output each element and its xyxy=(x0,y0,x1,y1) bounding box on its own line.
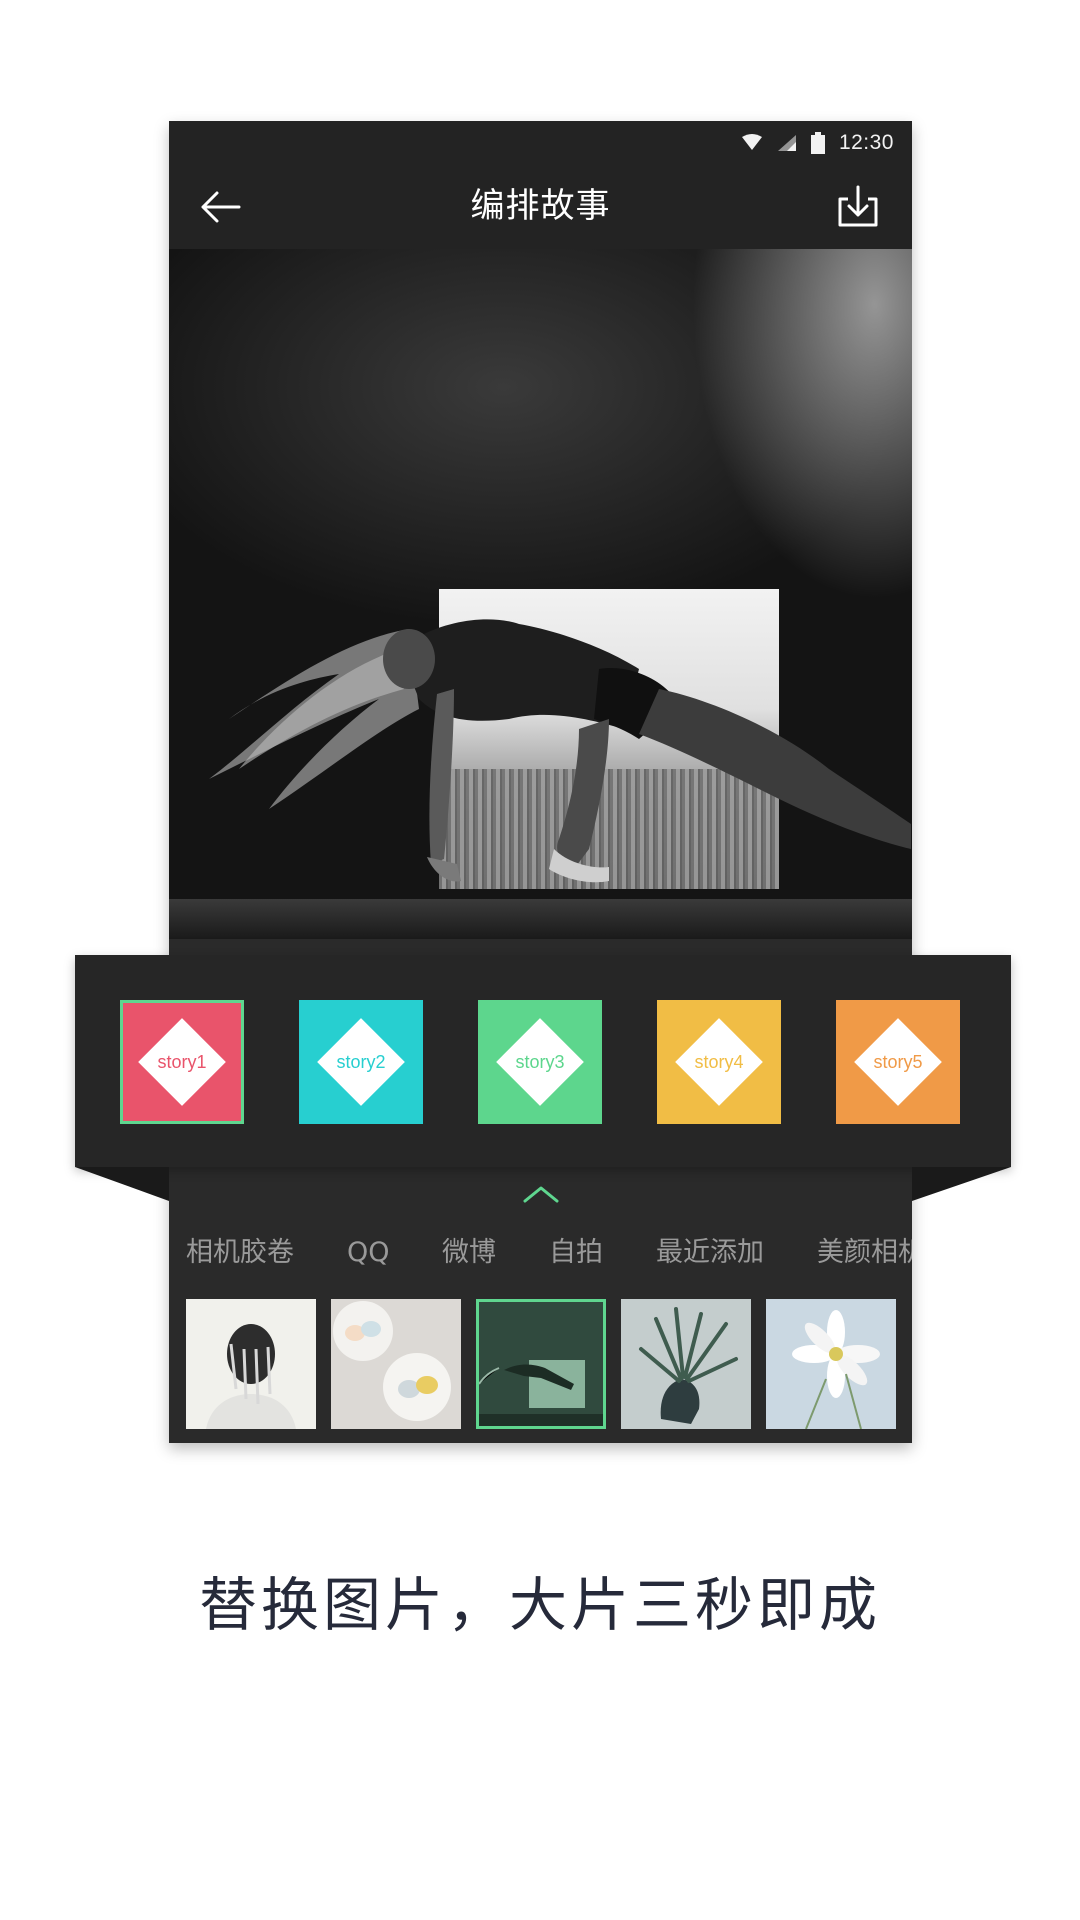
signal-icon xyxy=(777,135,796,151)
status-time: 12:30 xyxy=(838,131,894,154)
wifi-icon xyxy=(741,134,762,150)
phone-frame: 12:30 编排故事 相机胶卷 QQ 微博 自拍 最近添加 美颜相机 xyxy=(169,121,912,1443)
download-button[interactable] xyxy=(834,183,882,231)
tab-qq[interactable]: QQ xyxy=(347,1221,390,1285)
strip-fold-right xyxy=(912,1167,1011,1201)
thumbnail-item-selected[interactable] xyxy=(476,1299,606,1429)
tab-selfie[interactable]: 自拍 xyxy=(549,1221,603,1285)
story-tile-2[interactable]: story2 xyxy=(299,1000,423,1124)
story-template-strip: story1 story2 story3 story4 story5 xyxy=(75,955,1011,1167)
app-bar: 编排故事 xyxy=(169,163,912,249)
thumb-flower xyxy=(766,1299,896,1429)
thumbnail-item[interactable] xyxy=(766,1299,896,1429)
tab-weibo[interactable]: 微博 xyxy=(442,1221,496,1285)
story-label: story3 xyxy=(515,1051,565,1072)
story-preview-image[interactable] xyxy=(169,249,912,939)
story-label: story4 xyxy=(694,1051,744,1072)
chevron-up-icon xyxy=(523,1186,559,1203)
tab-recently-added[interactable]: 最近添加 xyxy=(656,1221,764,1285)
dancer-figure xyxy=(209,619,911,883)
promo-caption: 替换图片，大片三秒即成 xyxy=(198,1571,881,1639)
story-tile-5[interactable]: story5 xyxy=(836,1000,960,1124)
thumb-macarons xyxy=(331,1299,461,1429)
strip-fold-left xyxy=(75,1167,169,1201)
battery-icon xyxy=(810,132,825,154)
story-tile-4[interactable]: story4 xyxy=(657,1000,781,1124)
story-tile-1[interactable]: story1 xyxy=(120,1000,244,1124)
thumb-dancer xyxy=(479,1302,603,1426)
expand-panel-button[interactable] xyxy=(523,1184,559,1204)
photo-source-tabs: 相机胶卷 QQ 微博 自拍 最近添加 美颜相机 xyxy=(169,1221,912,1285)
tab-camera-roll[interactable]: 相机胶卷 xyxy=(186,1221,294,1285)
screen: 12:30 编排故事 相机胶卷 QQ 微博 自拍 最近添加 美颜相机 story… xyxy=(0,0,1080,1920)
status-bar: 12:30 xyxy=(169,121,912,163)
thumbnail-item[interactable] xyxy=(331,1299,461,1429)
story-tile-3[interactable]: story3 xyxy=(478,1000,602,1124)
story-label: story1 xyxy=(157,1051,207,1072)
thumbnail-item[interactable] xyxy=(621,1299,751,1429)
tab-beauty-camera[interactable]: 美颜相机 xyxy=(817,1221,912,1285)
download-icon xyxy=(838,185,878,227)
story-label: story2 xyxy=(336,1051,386,1072)
story-label: story5 xyxy=(873,1051,923,1072)
thumb-portrait xyxy=(186,1299,316,1429)
thumbnail-item[interactable] xyxy=(186,1299,316,1429)
thumb-plant-head xyxy=(621,1299,751,1429)
photo-thumbnail-list xyxy=(169,1299,912,1429)
page-title: 编排故事 xyxy=(470,186,611,226)
